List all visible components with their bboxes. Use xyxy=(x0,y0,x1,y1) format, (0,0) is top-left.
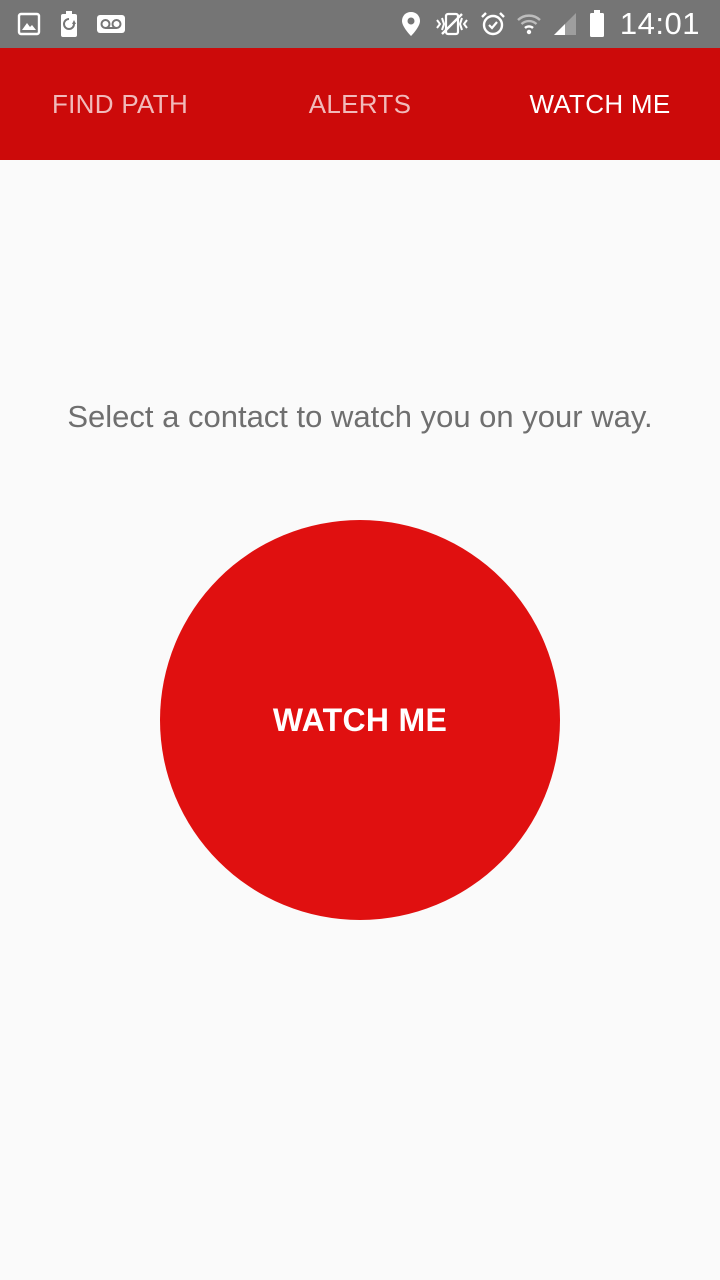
status-time: 14:01 xyxy=(619,6,700,41)
battery-saver-icon xyxy=(56,11,82,37)
instruction-text: Select a contact to watch you on your wa… xyxy=(67,399,653,434)
wifi-icon xyxy=(516,11,542,37)
status-bar-system: 14:01 xyxy=(398,0,700,48)
image-icon xyxy=(16,11,42,37)
tab-watch-me[interactable]: WATCH ME xyxy=(480,48,720,160)
alarm-icon xyxy=(480,11,506,37)
tab-find-path[interactable]: FIND PATH xyxy=(0,48,240,160)
watch-me-button-label: WATCH ME xyxy=(272,701,448,738)
status-bar-notifications xyxy=(16,0,126,48)
watch-me-screen: Select a contact to watch you on your wa… xyxy=(0,160,720,1280)
watch-me-button[interactable]: WATCH ME xyxy=(160,520,560,920)
battery-icon xyxy=(588,10,606,37)
status-bar: 14:01 xyxy=(0,0,720,48)
vibrate-icon xyxy=(434,11,470,37)
signal-icon xyxy=(552,11,578,37)
tab-bar: FIND PATH ALERTS WATCH ME xyxy=(0,48,720,160)
location-icon xyxy=(398,11,424,37)
voicemail-icon xyxy=(96,11,126,37)
tab-alerts[interactable]: ALERTS xyxy=(240,48,480,160)
